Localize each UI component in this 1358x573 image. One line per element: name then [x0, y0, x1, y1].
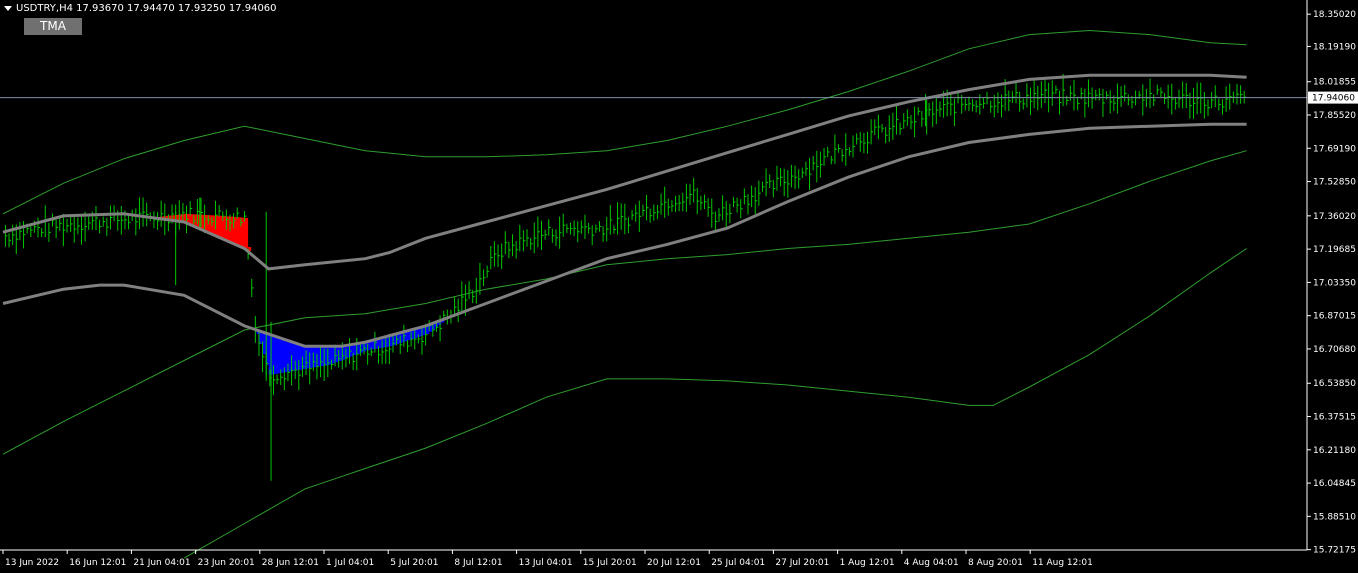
x-tick-label: 1 Aug 12:01 [840, 558, 895, 568]
x-tick-label: 15 Jul 20:01 [583, 558, 637, 568]
x-tick-label: 1 Jul 04:01 [326, 558, 374, 568]
y-tick-label: 16.87015 [1313, 312, 1356, 322]
y-tick-label: 15.72175 [1313, 546, 1356, 556]
x-tick-label: 11 Aug 12:01 [1032, 558, 1093, 568]
x-tick-label: 25 Jul 04:01 [711, 558, 765, 568]
y-tick-label: 16.70680 [1313, 345, 1356, 355]
symbol-ohlc-text: USDTRY,H4 17.93670 17.94470 17.93250 17.… [16, 3, 277, 14]
y-tick-label: 16.37515 [1313, 413, 1356, 423]
x-tick-label: 16 Jun 12:01 [69, 558, 126, 568]
x-tick-label: 28 Jun 12:01 [262, 558, 319, 568]
y-tick-label: 18.35020 [1313, 10, 1356, 20]
inner-band-line [183, 248, 1247, 559]
x-tick-label: 4 Aug 04:01 [904, 558, 959, 568]
y-tick-label: 16.53850 [1313, 379, 1356, 389]
x-tick-label: 21 Jun 04:01 [133, 558, 190, 568]
x-tick-label: 8 Jul 12:01 [454, 558, 502, 568]
y-tick-label: 17.36020 [1313, 212, 1356, 222]
tma-indicator-button[interactable]: TMA [24, 18, 82, 35]
y-tick-label: 17.19685 [1313, 245, 1356, 255]
x-tick-label: 23 Jun 20:01 [198, 558, 255, 568]
time-axis: 13 Jun 2022 16 Jun 12:01 21 Jun 04:01 23 Ju… [0, 549, 1307, 568]
tma-upper-line [2, 73, 1247, 271]
y-tick-label: 17.52850 [1313, 178, 1356, 188]
band-lines [2, 29, 1247, 559]
x-tick-label: 13 Jul 04:01 [519, 558, 573, 568]
current-price-label: 17.94060 [1312, 94, 1355, 104]
x-tick-label: 27 Jul 20:01 [775, 558, 829, 568]
y-tick-label: 18.01855 [1313, 78, 1356, 88]
y-tick-label: 16.04845 [1313, 479, 1356, 489]
outer-band-lower-line [2, 150, 1247, 455]
price-bars [4, 73, 1247, 481]
fill-down-segment [244, 217, 249, 249]
y-tick-label: 16.21180 [1313, 446, 1356, 456]
x-tick-label: 13 Jun 2022 [5, 558, 59, 568]
y-tick-label: 17.85520 [1313, 111, 1356, 121]
x-tick-label: 20 Jul 12:01 [647, 558, 701, 568]
y-tick-label: 15.88510 [1313, 512, 1356, 522]
x-tick-label: 8 Aug 20:01 [968, 558, 1023, 568]
tma-lower-line [2, 122, 1247, 348]
price-chart[interactable]: 18.35020 18.19190 18.01855 17.85520 17.69190… [0, 0, 1358, 573]
symbol-header: USDTRY,H4 17.93670 17.94470 17.93250 17.… [4, 3, 277, 14]
y-tick-label: 17.69190 [1313, 144, 1356, 154]
y-tick-label: 17.03350 [1313, 278, 1356, 288]
x-tick-label: 5 Jul 20:01 [390, 558, 438, 568]
y-tick-label: 18.19190 [1313, 42, 1356, 52]
dropdown-triangle-icon[interactable] [4, 5, 12, 11]
outer-band-upper-line [2, 29, 1247, 215]
price-axis: 18.35020 18.19190 18.01855 17.85520 17.69190… [1306, 0, 1358, 556]
